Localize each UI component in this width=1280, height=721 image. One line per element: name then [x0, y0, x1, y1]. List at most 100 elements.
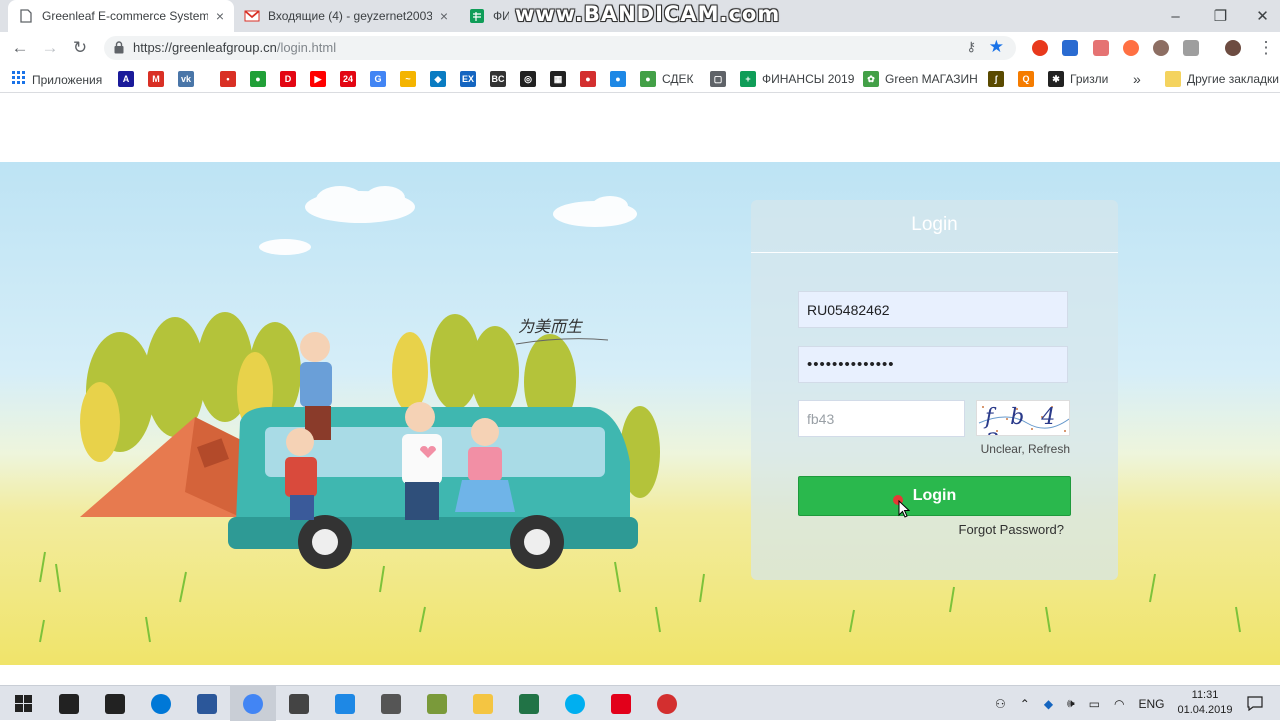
chrome-icon[interactable] — [230, 686, 276, 721]
skype-icon[interactable] — [552, 686, 598, 721]
bookmark-icon-9[interactable]: ~ — [400, 71, 416, 87]
record-icon[interactable] — [644, 686, 690, 721]
bookmark-icon-2[interactable]: vk — [178, 71, 194, 87]
calculator-icon[interactable] — [276, 686, 322, 721]
refresh-captcha-link[interactable]: Unclear, Refresh — [971, 442, 1070, 456]
bookmark-icon-12[interactable]: BC — [490, 71, 506, 87]
bookmark-favicon-icon: ● — [580, 71, 596, 87]
ext-icon[interactable] — [1123, 40, 1139, 56]
language-indicator[interactable]: ENG — [1138, 697, 1164, 711]
key-icon[interactable]: ⚷ — [966, 39, 976, 55]
system-tray: ⚇ ⌃ ◆ 🕪 ▭ ◠ ENG — [995, 686, 1164, 721]
bookmark-icon-0[interactable]: A — [118, 71, 134, 87]
task-view-icon[interactable] — [92, 686, 138, 721]
url-path: /login.html — [276, 40, 337, 55]
word-icon[interactable] — [184, 686, 230, 721]
menu-dots-icon[interactable]: ⋮ — [1254, 36, 1278, 60]
folder-icon-glyph — [473, 693, 493, 714]
acrobat-icon[interactable] — [598, 686, 644, 721]
bookmark-named-2[interactable]: + ФИНАНСЫ 2019 — [740, 71, 854, 87]
address-bar[interactable]: https://greenleafgroup.cn/login.html ⚷ ★ — [104, 36, 1016, 60]
mouse-cursor-icon — [898, 500, 910, 518]
bookmark-label: СДЕК — [662, 72, 694, 86]
bookmark-icon-11[interactable]: EX — [460, 71, 476, 87]
bookmark-label: Другие закладки — [1187, 72, 1279, 86]
bookmark-icon-14[interactable]: ▦ — [550, 71, 566, 87]
login-button[interactable]: Login — [798, 476, 1071, 516]
ext-icon[interactable] — [1153, 40, 1169, 56]
wifi-icon[interactable]: ◠ — [1114, 697, 1124, 711]
bookmark-favicon-icon: ✱ — [1048, 71, 1064, 87]
bookmark-icon-1[interactable]: M — [148, 71, 164, 87]
username-input[interactable]: RU05482462 — [798, 291, 1068, 328]
people-icon[interactable]: ⚇ — [995, 697, 1006, 711]
login-panel: Login RU05482462 •••••••••••••• fb43 f b… — [751, 200, 1118, 580]
reload-icon[interactable]: ↻ — [68, 36, 92, 60]
more-bookmarks-button[interactable]: » — [1133, 71, 1141, 87]
bookmark-favicon-icon: ▦ — [550, 71, 566, 87]
bookmark-icon-3[interactable]: • — [220, 71, 236, 87]
pdf-ext-icon[interactable] — [1093, 40, 1109, 56]
tab-greenleaf[interactable]: Greenleaf E-commerce System × — [8, 0, 234, 32]
forward-arrow-icon[interactable]: → — [38, 36, 62, 60]
bookmark-favicon-icon: M — [148, 71, 164, 87]
bookmark-named-0[interactable]: ● СДЕК — [640, 71, 694, 87]
app-icon[interactable] — [322, 686, 368, 721]
bookmark-named-5[interactable]: Q — [1018, 71, 1034, 87]
url-host: https://greenleafgroup.cn — [133, 40, 277, 55]
app-tray-icon[interactable]: ◆ — [1044, 697, 1053, 711]
chevron-up-icon[interactable]: ⌃ — [1020, 697, 1030, 711]
captcha-input[interactable]: fb43 — [798, 400, 965, 437]
bookmark-icon-10[interactable]: ◆ — [430, 71, 446, 87]
chrome-icon-glyph — [243, 693, 263, 714]
opera-ext-icon[interactable] — [1032, 40, 1048, 56]
tab-finance[interactable]: ФИН — [459, 0, 519, 32]
bookmark-favicon-icon: ʃ — [988, 71, 1004, 87]
back-arrow-icon[interactable]: ← — [8, 36, 32, 60]
restore-button[interactable]: ❐ — [1198, 0, 1243, 32]
bookmark-named-4[interactable]: ʃ — [988, 71, 1004, 87]
minimize-button[interactable]: – — [1153, 0, 1198, 32]
notifications-icon[interactable] — [1232, 686, 1278, 721]
bookmark-icon-8[interactable]: G — [370, 71, 386, 87]
bookmark-icon-7[interactable]: 24 — [340, 71, 356, 87]
printer-icon[interactable] — [368, 686, 414, 721]
bookmark-named-6[interactable]: ✱ Гризли — [1048, 71, 1108, 87]
forgot-password-link[interactable]: Forgot Password? — [931, 522, 1065, 537]
clock[interactable]: 11:31 01.04.2019 — [1172, 688, 1238, 718]
bookmark-other[interactable]: Другие закладки — [1165, 71, 1279, 87]
bookmark-icon-6[interactable]: ▶ — [310, 71, 326, 87]
bookmarks-bar: Приложения A Mvk • ● D ▶ 24 G ~ ◆ EX BC ◎ ▦ ● ● ● СДЕК ▢ + Ф… — [0, 64, 1280, 93]
tab-close-button[interactable]: × — [440, 8, 448, 24]
excel-icon[interactable] — [506, 686, 552, 721]
bookmark-named-3[interactable]: ✿ Green МАГАЗИН — [863, 71, 978, 87]
word-icon-glyph — [197, 693, 217, 714]
sheets-icon — [469, 8, 485, 24]
bookmark-apps[interactable]: Приложения — [12, 71, 102, 88]
ext-icon[interactable] — [1183, 40, 1199, 56]
volume-icon[interactable]: 🕪 — [1067, 696, 1075, 711]
app-icon[interactable] — [414, 686, 460, 721]
bookmark-icon-15[interactable]: ● — [580, 71, 596, 87]
bookmark-named-1[interactable]: ▢ — [710, 71, 726, 87]
close-window-button[interactable]: ✕ — [1240, 0, 1280, 32]
bookmark-icon-16[interactable]: ● — [610, 71, 626, 87]
avatar[interactable] — [1225, 40, 1241, 56]
tab-close-button[interactable]: × — [216, 8, 224, 24]
bookmark-favicon-icon: + — [740, 71, 756, 87]
edge-icon[interactable] — [138, 686, 184, 721]
bookmark-favicon-icon: EX — [460, 71, 476, 87]
bookmark-icon-5[interactable]: D — [280, 71, 296, 87]
folder-icon[interactable] — [460, 686, 506, 721]
tab-gmail[interactable]: Входящие (4) - geyzernet2003@ × — [234, 0, 458, 32]
captcha-image[interactable]: f b 4 3 — [976, 400, 1070, 436]
ext-icon[interactable] — [1062, 40, 1078, 56]
battery-icon[interactable]: ▭ — [1089, 697, 1100, 711]
bookmark-icon-13[interactable]: ◎ — [520, 71, 536, 87]
windows-start-icon[interactable] — [0, 686, 46, 721]
password-input[interactable]: •••••••••••••• — [798, 346, 1068, 383]
bookmark-icon-4[interactable]: ● — [250, 71, 266, 87]
bookmark-star-icon[interactable]: ★ — [989, 37, 1004, 57]
edge-icon-glyph — [151, 693, 171, 714]
cortana-search-icon[interactable] — [46, 686, 92, 721]
